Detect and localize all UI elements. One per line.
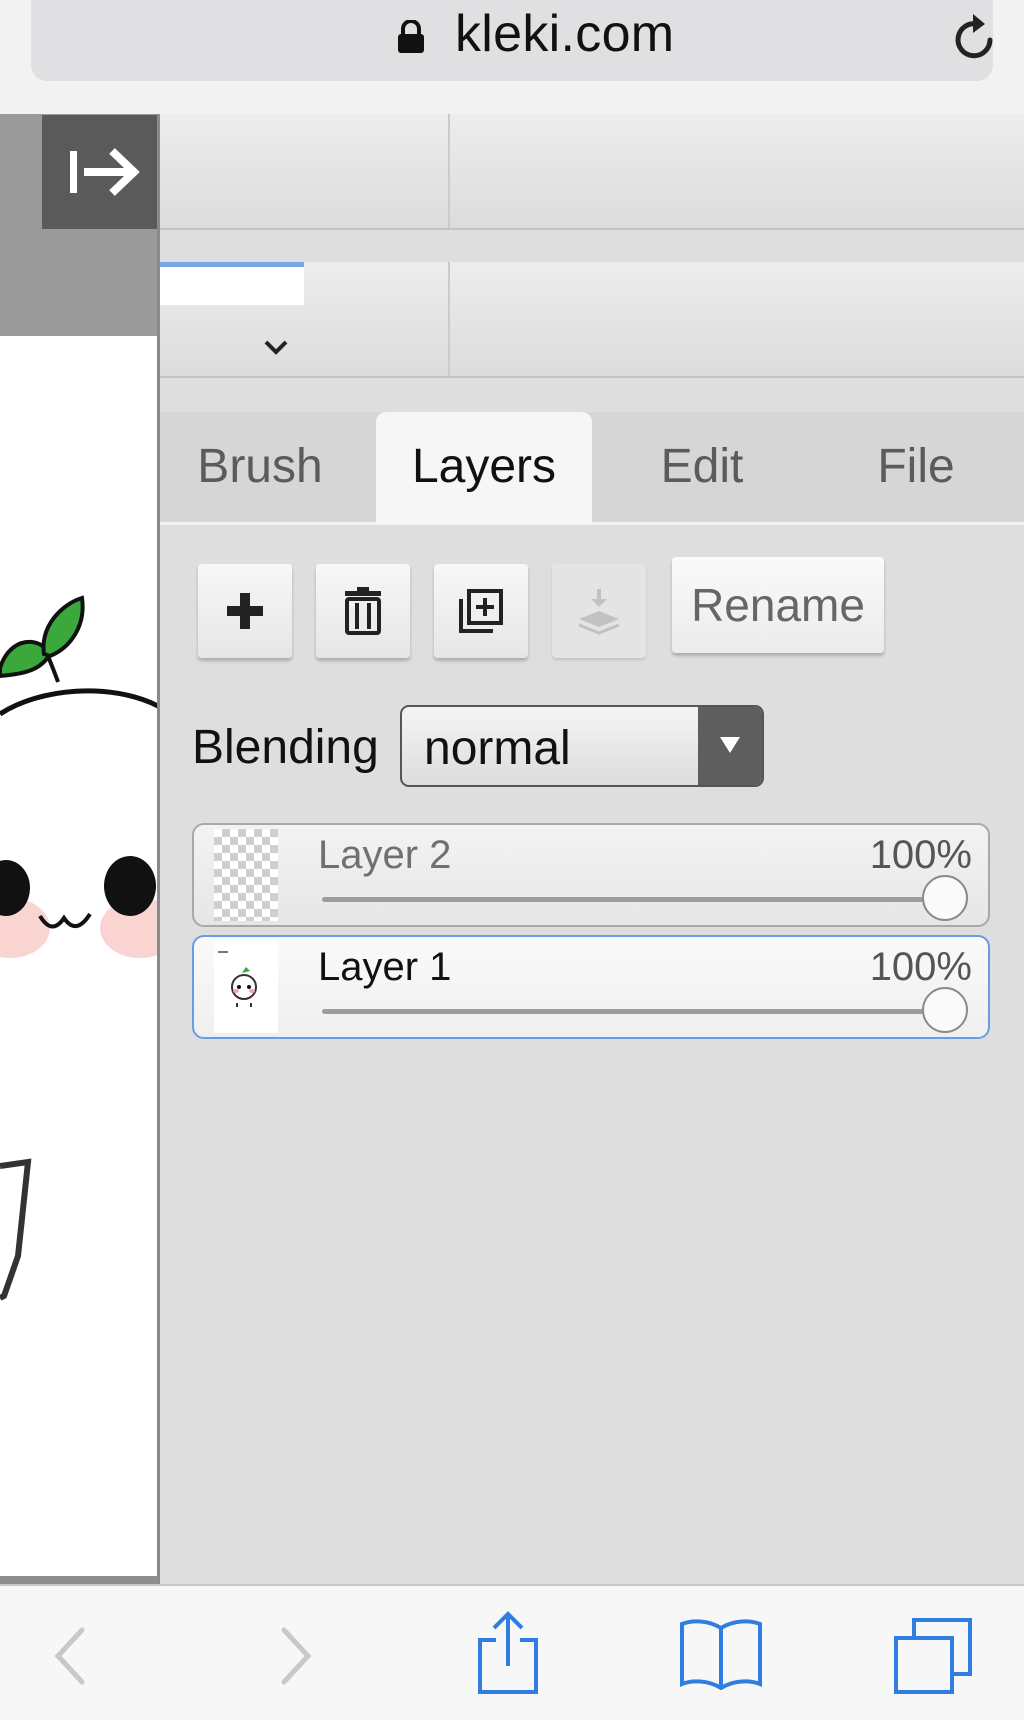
layer-thumbnail [214, 829, 278, 921]
tab-layers[interactable]: Layers [376, 412, 592, 522]
bookmarks-icon[interactable] [678, 1616, 764, 1690]
tool-row-2[interactable] [160, 262, 1024, 378]
collapse-panel-button[interactable] [42, 115, 157, 229]
delete-layer-icon [345, 587, 381, 635]
layer-opacity-slider[interactable] [322, 897, 942, 902]
layer-name: Layer 2 [318, 833, 452, 877]
rename-layer-button[interactable]: Rename [672, 557, 884, 653]
browser-bottom-toolbar [0, 1584, 1024, 1720]
reload-icon[interactable] [951, 10, 999, 62]
layer-opacity-knob[interactable] [922, 987, 968, 1033]
share-icon[interactable] [474, 1610, 542, 1696]
lock-icon [398, 20, 424, 53]
layer-thumbnail [214, 941, 278, 1033]
tool-divider [448, 114, 450, 228]
collapse-panel-icon [70, 148, 140, 196]
url-text: kleki.com [455, 5, 675, 63]
canvas-area[interactable] [0, 114, 160, 1585]
tab-bar: Brush Layers Edit File [160, 412, 1024, 525]
tab-edit[interactable]: Edit [616, 412, 788, 522]
add-layer-icon [227, 593, 263, 629]
triangle-down-icon [720, 737, 740, 753]
blending-label: Blending [192, 721, 379, 774]
duplicate-layer-button[interactable] [434, 564, 528, 658]
forward-icon[interactable] [276, 1626, 316, 1686]
browser-top-area: kleki.com [0, 0, 1024, 114]
tool-divider [448, 262, 450, 376]
color-swatch[interactable] [160, 262, 304, 305]
layer-name: Layer 1 [318, 945, 452, 989]
blending-select[interactable]: normal [400, 705, 764, 787]
merge-down-button[interactable] [552, 564, 646, 658]
blending-dropdown-button[interactable] [698, 707, 762, 785]
tool-row-1[interactable] [160, 114, 1024, 230]
layer-opacity-value: 100% [869, 945, 972, 989]
chevron-down-icon[interactable] [262, 338, 290, 356]
layer-item-1[interactable]: Layer 1 100% [192, 935, 990, 1039]
delete-layer-button[interactable] [316, 564, 410, 658]
tabs-icon[interactable] [892, 1616, 974, 1696]
layer-opacity-slider[interactable] [322, 1009, 942, 1014]
layer-opacity-value: 100% [869, 833, 972, 877]
address-bar[interactable]: kleki.com [31, 0, 993, 81]
tool-panel: Brush Layers Edit File Rename Blending n… [160, 114, 1024, 1584]
merge-down-icon [578, 589, 620, 635]
back-icon[interactable] [50, 1626, 90, 1686]
canvas-drawing [0, 595, 158, 1301]
layer-item-2[interactable]: Layer 2 100% [192, 823, 990, 927]
blending-value: normal [424, 722, 571, 775]
tab-brush[interactable]: Brush [174, 412, 346, 522]
add-layer-button[interactable] [198, 564, 292, 658]
layer-opacity-knob[interactable] [922, 875, 968, 921]
tab-file[interactable]: File [830, 412, 1002, 522]
duplicate-layer-icon [459, 589, 503, 633]
